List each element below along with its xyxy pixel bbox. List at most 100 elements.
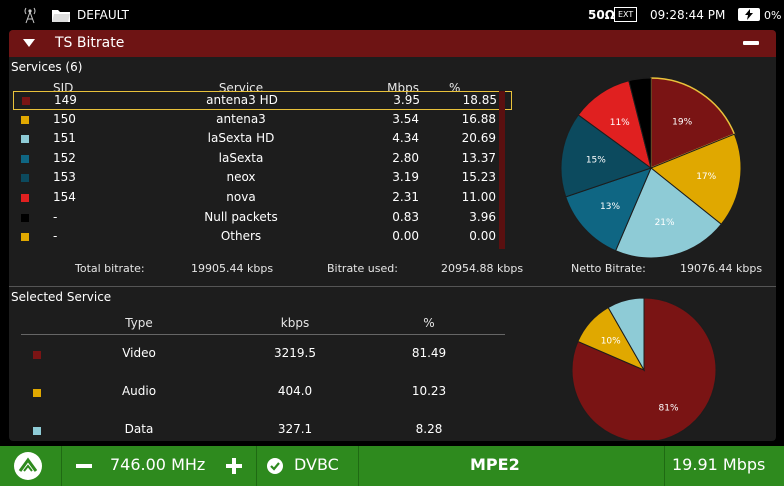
- chevron-down-icon[interactable]: [23, 39, 35, 47]
- service-name-cell: nova: [226, 190, 256, 204]
- color-swatch: [21, 233, 29, 242]
- project-name[interactable]: DEFAULT: [77, 8, 129, 22]
- home-logo-icon[interactable]: [14, 452, 42, 480]
- netto-bitrate-label: Netto Bitrate:: [571, 262, 646, 275]
- mbps-cell: 3.95: [393, 93, 420, 107]
- kbps-cell: 327.1: [277, 422, 313, 436]
- selected-service-header-divider: [21, 334, 505, 335]
- sid-cell: 154: [53, 190, 76, 204]
- netto-bitrate-value: 19076.44 kbps: [680, 262, 763, 275]
- section-divider: [9, 286, 776, 287]
- minimize-button[interactable]: [743, 41, 759, 45]
- frequency-value[interactable]: 746.00 MHz: [110, 455, 205, 474]
- panel-header[interactable]: TS Bitrate: [9, 30, 776, 57]
- service-name-cell: antena3: [216, 111, 266, 126]
- list-item[interactable]: Data 327.1 8.28: [9, 422, 509, 442]
- folder-icon[interactable]: [52, 9, 70, 22]
- panel-title: TS Bitrate: [55, 35, 125, 51]
- services-pie-slice-label: 13%: [600, 202, 620, 212]
- percent-cell: 0.00: [469, 229, 496, 244]
- percent-cell: 81.49: [411, 346, 447, 360]
- frequency-decrease-button[interactable]: [76, 464, 92, 468]
- table-row[interactable]: - Null packets 0.83 3.96: [13, 209, 512, 228]
- selected-service-pie-chart: 81% 10%: [571, 297, 717, 440]
- status-bar: DEFAULT 50Ω EXT 09:28:44 PM 0%: [0, 0, 784, 30]
- sid-cell: 149: [54, 93, 77, 107]
- table-row[interactable]: 150 antena3 3.54 16.88: [13, 111, 512, 130]
- list-item[interactable]: Audio 404.0 10.23: [9, 384, 509, 404]
- sid-cell: 150: [53, 111, 76, 126]
- mbps-cell: 0.83: [392, 209, 419, 224]
- kbps-cell: 3219.5: [274, 346, 316, 360]
- services-pie-slice-label: 19%: [672, 118, 692, 128]
- mbps-cell: 2.31: [392, 190, 419, 204]
- bitrate-used-label: Bitrate used:: [327, 262, 398, 275]
- tuning-bar: 746.00 MHz DVBC MPE2 19.91 Mbps: [0, 446, 784, 486]
- column-header-type: Type: [125, 316, 153, 330]
- clock: 09:28:44 PM: [650, 8, 726, 22]
- selected-service-pie-slice-label: 81%: [659, 403, 679, 413]
- percent-cell: 20.69: [461, 131, 496, 146]
- color-swatch: [21, 135, 29, 144]
- sid-cell: 151: [53, 131, 76, 146]
- column-header-kbps: kbps: [280, 316, 310, 330]
- color-swatch: [21, 115, 29, 124]
- bitrate-used-value: 20954.88 kbps: [441, 262, 524, 275]
- mbps-cell: 3.19: [392, 170, 419, 185]
- list-item[interactable]: Video 3219.5 81.49: [9, 346, 509, 366]
- mbps-cell: 4.34: [392, 131, 419, 146]
- color-swatch: [33, 427, 41, 435]
- table-row[interactable]: 149 antena3 HD 3.95 18.85: [13, 91, 512, 110]
- services-pie-slice-label: 11%: [610, 118, 630, 128]
- service-name-cell: laSexta: [218, 150, 264, 165]
- table-row[interactable]: 151 laSexta HD 4.34 20.69: [13, 130, 512, 149]
- services-pie-chart: 19% 17% 21% 13% 15% 11%: [560, 77, 742, 259]
- percent-cell: 18.85: [462, 93, 497, 107]
- bitrate-readout: 19.91 Mbps: [672, 455, 766, 474]
- modulation-mode[interactable]: MPE2: [470, 455, 520, 474]
- sid-cell: -: [53, 209, 58, 224]
- type-cell: Data: [124, 422, 154, 436]
- color-swatch: [21, 174, 29, 183]
- selected-service-pie-slice-label: 10%: [601, 336, 621, 346]
- percent-cell: 16.88: [461, 111, 496, 126]
- scrollbar[interactable]: [499, 91, 505, 249]
- table-row[interactable]: 153 neox 3.19 15.23: [13, 169, 512, 188]
- standard-value[interactable]: DVBC: [294, 455, 339, 474]
- percent-cell: 15.23: [461, 170, 496, 185]
- selected-service-label: Selected Service: [11, 290, 112, 304]
- service-name-cell: Null packets: [204, 209, 278, 224]
- ts-bitrate-panel: TS Bitrate Services (6) SID Service Mbps…: [9, 30, 776, 441]
- battery-icon: [738, 8, 760, 21]
- color-swatch: [33, 351, 41, 359]
- battery-level: 0%: [764, 9, 782, 22]
- services-pie-slice-label: 17%: [696, 172, 716, 182]
- color-swatch: [21, 213, 29, 222]
- mbps-cell: 2.80: [392, 150, 419, 165]
- sid-cell: 153: [53, 170, 76, 185]
- impedance-indicator: 50Ω: [588, 8, 615, 22]
- type-cell: Audio: [121, 384, 157, 398]
- kbps-cell: 404.0: [277, 384, 313, 398]
- total-bitrate-label: Total bitrate:: [75, 262, 145, 275]
- column-header-type-percent: %: [423, 316, 435, 330]
- mbps-cell: 3.54: [392, 111, 419, 126]
- color-swatch: [33, 389, 41, 397]
- service-name-cell: Others: [220, 229, 262, 244]
- color-swatch: [22, 97, 30, 105]
- ext-indicator: EXT: [614, 7, 638, 22]
- frequency-increase-button[interactable]: [224, 456, 244, 476]
- table-row[interactable]: 154 nova 2.31 11.00: [13, 189, 512, 208]
- total-bitrate-value: 19905.44 kbps: [191, 262, 274, 275]
- service-name-cell: antena3 HD: [206, 93, 278, 107]
- table-row[interactable]: 152 laSexta 2.80 13.37: [13, 150, 512, 169]
- percent-cell: 8.28: [415, 422, 443, 436]
- service-name-cell: neox: [226, 170, 256, 185]
- service-name-cell: laSexta HD: [207, 131, 275, 146]
- color-swatch: [21, 154, 29, 163]
- antenna-icon: [24, 7, 36, 24]
- mbps-cell: 0.00: [392, 229, 419, 244]
- table-row[interactable]: - Others 0.00 0.00: [13, 228, 512, 247]
- sid-cell: 152: [53, 150, 76, 165]
- percent-cell: 3.96: [469, 209, 496, 224]
